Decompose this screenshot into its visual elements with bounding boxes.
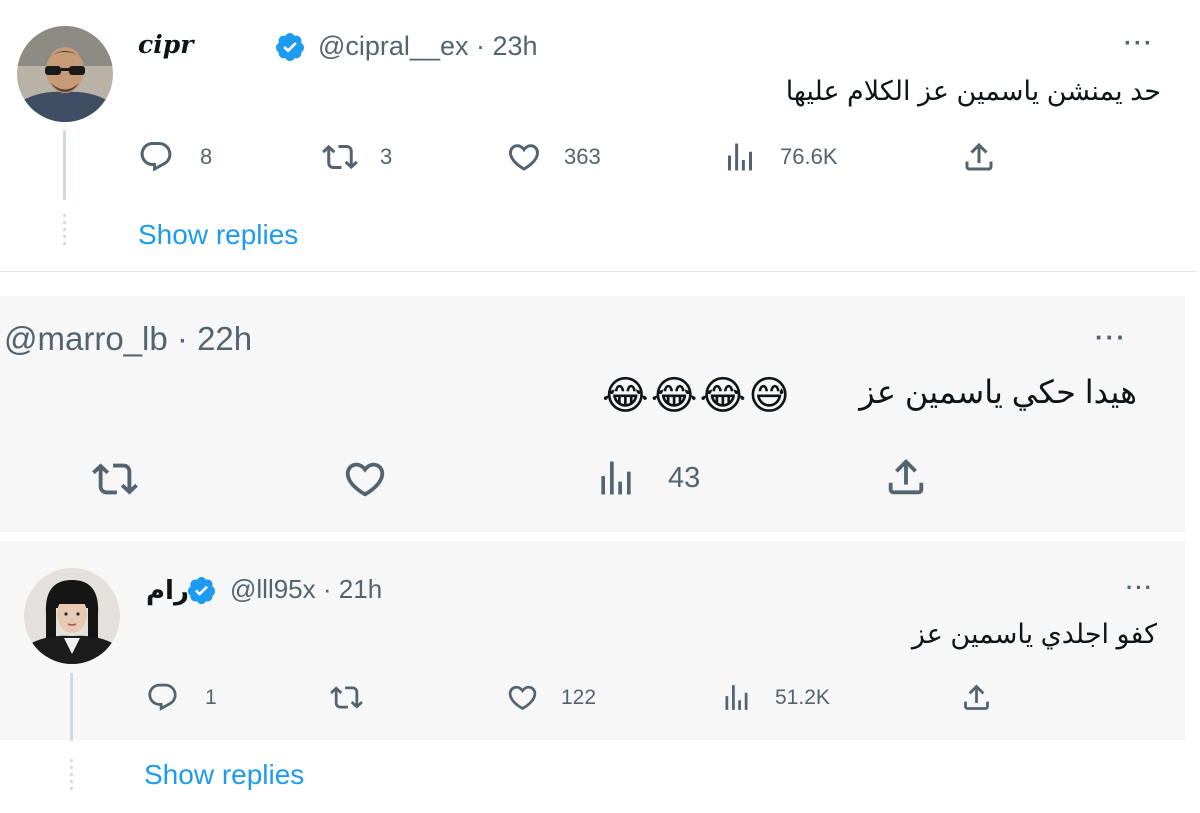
emoji-row: 😂 😂 😂 😅 [602, 372, 790, 420]
like-icon [508, 144, 540, 171]
retweet-icon [322, 144, 358, 170]
thread-dots [70, 759, 73, 794]
thread-dots [63, 214, 66, 249]
like-icon [508, 685, 537, 711]
share-button[interactable] [960, 681, 993, 714]
display-name[interactable]: رام [146, 575, 189, 606]
verified-badge-icon [187, 576, 216, 605]
timestamp[interactable]: 23h [493, 31, 538, 61]
like-icon [345, 462, 385, 497]
emoji-laughing-crying: 😂 [650, 374, 698, 418]
share-icon [888, 458, 924, 495]
handle-line: @lll95x · 21h [230, 574, 382, 605]
emoji-laughing-crying: 😂 [602, 374, 649, 418]
retweet-icon [330, 686, 363, 709]
emoji-grinning-sweat: 😅 [748, 374, 790, 418]
handle[interactable]: @marro_lb [4, 320, 168, 357]
retweet-button[interactable] [92, 456, 138, 502]
handle[interactable]: @lll95x [230, 574, 316, 604]
reply-button[interactable]: 1 [146, 681, 217, 714]
like-button[interactable]: 363 [506, 139, 601, 175]
tweet-1[interactable]: cipr @cipral__ex · 23h ··· حد يمنشن ياسم… [0, 0, 1197, 272]
retweet-count: 3 [380, 144, 393, 169]
reply-icon [140, 142, 172, 172]
views-button[interactable]: 43 [594, 456, 700, 500]
avatar[interactable] [17, 26, 113, 122]
like-button[interactable] [342, 456, 388, 502]
tweet-text: هيدا حكي ياسمين عز [859, 373, 1137, 411]
tweet-text: كفو اجلدي ياسمين عز [911, 619, 1157, 649]
views-count: 43 [668, 461, 701, 494]
retweet-button[interactable] [330, 681, 363, 714]
share-icon [964, 684, 989, 710]
share-icon [965, 142, 993, 171]
show-replies-link[interactable]: Show replies [138, 219, 298, 251]
views-count: 76.6K [780, 144, 838, 169]
tweet-3[interactable]: رام @lll95x · 21h ··· كفو اجلدي ياسمين ع… [0, 541, 1185, 813]
separator: · [176, 320, 188, 357]
reply-icon [148, 683, 177, 711]
tweet-text: حد يمنشن ياسمين عز الكلام عليها [785, 76, 1161, 106]
show-replies-link[interactable]: Show replies [144, 759, 304, 791]
emoji-laughing-crying: 😂 [699, 374, 747, 418]
verified-badge-icon [275, 33, 304, 61]
share-button[interactable] [961, 139, 997, 175]
views-button[interactable]: 51.2K [720, 681, 830, 714]
reply-button[interactable]: 8 [138, 139, 212, 175]
more-icon[interactable]: ··· [1095, 322, 1127, 353]
tweet-2[interactable]: @marro_lb · 22h ··· هيدا حكي ياسمين عز 😂… [0, 296, 1185, 532]
separator: · [322, 574, 332, 604]
handle-line: @marro_lb · 22h [0, 320, 252, 358]
handle[interactable]: @cipral__ex [318, 31, 468, 61]
like-count: 122 [561, 685, 597, 709]
reply-count: 1 [205, 685, 217, 709]
share-button[interactable] [883, 454, 929, 500]
timestamp[interactable]: 22h [197, 320, 252, 357]
more-icon[interactable]: ··· [1126, 575, 1154, 601]
like-count: 363 [564, 144, 601, 169]
retweet-button[interactable]: 3 [322, 139, 392, 175]
handle-line: @cipral__ex · 23h [318, 31, 538, 62]
thread-line [70, 673, 73, 741]
views-icon [728, 143, 752, 171]
thread-line [63, 130, 66, 200]
like-button[interactable]: 122 [506, 681, 596, 714]
timestamp[interactable]: 21h [339, 574, 382, 604]
views-button[interactable]: 76.6K [722, 139, 838, 175]
tweet-text-body: هيدا حكي ياسمين عز [859, 374, 1137, 410]
display-name[interactable]: cipr [138, 30, 193, 59]
views-icon [725, 685, 748, 710]
avatar[interactable] [24, 568, 120, 664]
retweet-icon [92, 463, 138, 495]
views-count: 51.2K [775, 685, 830, 709]
views-icon [601, 461, 631, 495]
more-icon[interactable]: ··· [1124, 30, 1154, 58]
reply-count: 8 [200, 144, 213, 169]
separator: · [476, 31, 485, 61]
